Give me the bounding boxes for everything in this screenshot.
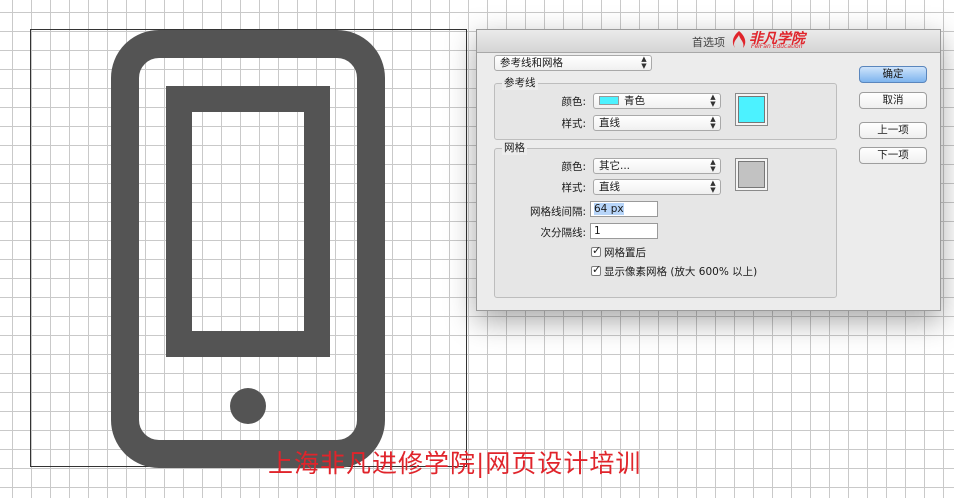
guides-color-well-fill: [738, 96, 765, 123]
watermark-caption: 上海非凡进修学院|网页设计培训: [268, 449, 642, 478]
cancel-button[interactable]: 取消: [859, 92, 927, 109]
select-arrows-icon: ▲ ▼: [710, 93, 716, 108]
subdivisions-label: 次分隔线:: [540, 227, 586, 239]
grid-style-select[interactable]: 直线 ▲ ▼: [593, 179, 721, 195]
grid-color-select[interactable]: 其它... ▲ ▼: [593, 158, 721, 174]
category-select-value: 参考线和网格: [500, 57, 563, 69]
guides-color-well[interactable]: [735, 93, 768, 126]
select-arrows-icon: ▲ ▼: [641, 55, 647, 70]
guides-style-value: 直线: [599, 117, 620, 129]
guides-color-select[interactable]: 青色 ▲ ▼: [593, 93, 721, 109]
grid-group-label: 网格: [502, 140, 527, 155]
guides-style-label: 样式:: [561, 118, 586, 130]
phone-screen-outline: [166, 86, 330, 357]
select-arrows-icon: ▲ ▼: [710, 158, 716, 173]
previous-button[interactable]: 上一项: [859, 122, 927, 139]
gridline-interval-input[interactable]: 64 px: [590, 201, 658, 217]
subdivisions-input[interactable]: 1: [590, 223, 658, 239]
logo-subtext: FeiFan Education: [751, 43, 803, 50]
guides-group-label: 参考线: [502, 75, 538, 90]
feifan-logo: 非凡学院 FeiFan Education: [729, 30, 839, 50]
dialog-title: 首选项: [692, 36, 725, 49]
guides-group: [494, 83, 837, 140]
grid-color-well[interactable]: [735, 158, 768, 191]
phone-home-button: [230, 388, 266, 424]
checkmark-icon: ✓: [592, 244, 602, 257]
grids-in-back-option[interactable]: ✓ 网格置后: [591, 244, 646, 260]
guides-style-select[interactable]: 直线 ▲ ▼: [593, 115, 721, 131]
guides-color-chip: [599, 96, 619, 105]
grid-color-value: 其它...: [599, 160, 631, 172]
grids-in-back-checkbox[interactable]: ✓: [591, 244, 602, 257]
guides-color-label: 颜色:: [561, 96, 586, 108]
ok-button[interactable]: 确定: [859, 66, 927, 83]
pixel-grid-label: 显示像素网格 (放大 600% 以上): [604, 266, 758, 278]
grid-style-value: 直线: [599, 181, 620, 193]
pixel-grid-option[interactable]: ✓ 显示像素网格 (放大 600% 以上): [591, 263, 758, 279]
select-arrows-icon: ▲ ▼: [710, 115, 716, 130]
checkmark-icon: ✓: [592, 263, 602, 276]
grid-style-label: 样式:: [561, 182, 586, 194]
category-select[interactable]: 参考线和网格 ▲ ▼: [494, 55, 652, 71]
gridline-interval-value: 64 px: [594, 203, 624, 215]
preferences-dialog: 首选项 非凡学院 FeiFan Education 参考线和网格 ▲ ▼ 参考线 …: [476, 29, 941, 311]
grids-in-back-label: 网格置后: [604, 247, 646, 259]
grid-color-well-fill: [738, 161, 765, 188]
gridline-interval-label: 网格线间隔:: [529, 206, 586, 218]
next-button[interactable]: 下一项: [859, 147, 927, 164]
subdivisions-value: 1: [594, 225, 601, 237]
pixel-grid-checkbox[interactable]: ✓: [591, 263, 602, 276]
select-arrows-icon: ▲ ▼: [710, 179, 716, 194]
flame-logo-icon: [732, 31, 746, 48]
grid-color-label: 颜色:: [561, 161, 586, 173]
guides-color-value: 青色: [624, 95, 645, 107]
dialog-titlebar[interactable]: 首选项 非凡学院 FeiFan Education: [477, 30, 940, 53]
